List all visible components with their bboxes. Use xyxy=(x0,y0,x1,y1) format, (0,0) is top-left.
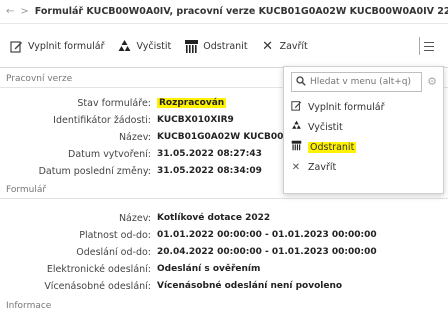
status-label: Stav formuláře: xyxy=(77,97,151,109)
clear-label: Vyčistit xyxy=(136,41,172,52)
remove-label: Odstranit xyxy=(203,41,248,52)
form-name-value: Kotlíkové dotace 2022 xyxy=(157,213,271,223)
remove-button[interactable]: Odstranit xyxy=(183,39,248,55)
recycle-icon xyxy=(116,39,132,55)
close-icon: ✕ xyxy=(291,161,301,173)
submission-label: Odeslání od-do: xyxy=(76,246,151,258)
electronic-label: Elektronické odeslání: xyxy=(46,263,151,275)
title-bar: ← > Formulář KUCB00W0A0IV, pracovní verz… xyxy=(0,0,448,24)
validity-value: 01.01.2022 00:00:00 - 01.01.2023 00:00:0… xyxy=(157,230,377,240)
close-button[interactable]: ✕ Zavřít xyxy=(260,39,308,55)
recycle-icon xyxy=(290,120,302,134)
menu-item-label: Odstranit xyxy=(308,141,357,153)
search-icon xyxy=(294,75,308,89)
working-version-heading: Pracovní verze xyxy=(6,74,73,84)
field-row-submission: Odeslání od-do: 20.04.2022 00:00:00 - 01… xyxy=(0,245,448,259)
breadcrumb-separator: > xyxy=(20,6,29,17)
edit-icon xyxy=(8,39,24,55)
created-label: Datum vytvoření: xyxy=(68,148,151,160)
menu-item-label: Vyčistit xyxy=(308,121,343,133)
info-heading: Informace xyxy=(6,301,52,311)
shredder-icon xyxy=(183,39,199,55)
menu-item-close[interactable]: ✕ Zavřít xyxy=(290,159,336,175)
gear-icon[interactable]: ⚙ xyxy=(427,75,437,88)
menu-item-fill-form[interactable]: Vyplnit formulář xyxy=(290,99,384,115)
field-row-form-name: Název: Kotlíkové dotace 2022 xyxy=(0,211,448,225)
fill-form-label: Vyplnit formulář xyxy=(28,41,105,52)
menu-search-box xyxy=(291,72,422,92)
section-divider xyxy=(0,198,448,199)
clear-button[interactable]: Vyčistit xyxy=(116,39,171,55)
back-arrow-icon[interactable]: ← xyxy=(6,6,14,17)
edit-icon xyxy=(290,100,302,114)
request-id-label: Identifikátor žádosti: xyxy=(53,114,151,126)
menu-item-label: Zavřít xyxy=(308,161,337,173)
multiple-value: Vícenásobné odeslání není povoleno xyxy=(157,281,343,291)
close-icon: ✕ xyxy=(262,39,274,54)
electronic-value: Odeslání s ověřením xyxy=(157,264,261,274)
submission-value: 20.04.2022 00:00:00 - 01.01.2023 00:00:0… xyxy=(157,247,377,257)
menu-search-input[interactable] xyxy=(308,77,420,87)
shredder-icon xyxy=(290,140,302,154)
multiple-label: Vícenásobné odeslání: xyxy=(44,280,151,292)
menu-item-label: Vyplnit formulář xyxy=(308,101,385,113)
menu-item-clear[interactable]: Vyčistit xyxy=(290,119,343,135)
actions-dropdown-menu: ⚙ Vyplnit formulář Vyčistit Odstranit ✕ … xyxy=(283,66,444,194)
fill-form-button[interactable]: Vyplnit formulář xyxy=(8,39,104,55)
modified-value: 31.05.2022 08:34:09 xyxy=(157,166,262,176)
request-id-value: KUCBX010XIR9 xyxy=(157,115,234,125)
field-row-validity: Platnost od-do: 01.01.2022 00:00:00 - 01… xyxy=(0,228,448,242)
field-row-multiple: Vícenásobné odeslání: Vícenásobné odeslá… xyxy=(0,279,448,293)
menu-toggle-icon[interactable] xyxy=(419,37,438,55)
name-label: Název: xyxy=(118,131,151,143)
page-title: Formulář KUCB00W0A0IV, pracovní verze KU… xyxy=(34,6,448,17)
name-value: KUCB01G0A02W KUCB00W xyxy=(157,132,294,142)
menu-item-remove[interactable]: Odstranit xyxy=(290,139,357,155)
field-row-electronic: Elektronické odeslání: Odeslání s ověřen… xyxy=(0,262,448,276)
close-label: Zavřít xyxy=(279,41,308,52)
form-heading: Formulář xyxy=(6,185,47,195)
modified-label: Datum poslední změny: xyxy=(38,165,151,177)
toolbar: Vyplnit formulář Vyčistit Odstranit ✕ Za… xyxy=(0,26,448,68)
form-name-label: Název: xyxy=(118,212,151,224)
validity-label: Platnost od-do: xyxy=(79,229,151,241)
created-value: 31.05.2022 08:27:43 xyxy=(157,149,262,159)
status-value: Rozpracován xyxy=(157,98,227,108)
